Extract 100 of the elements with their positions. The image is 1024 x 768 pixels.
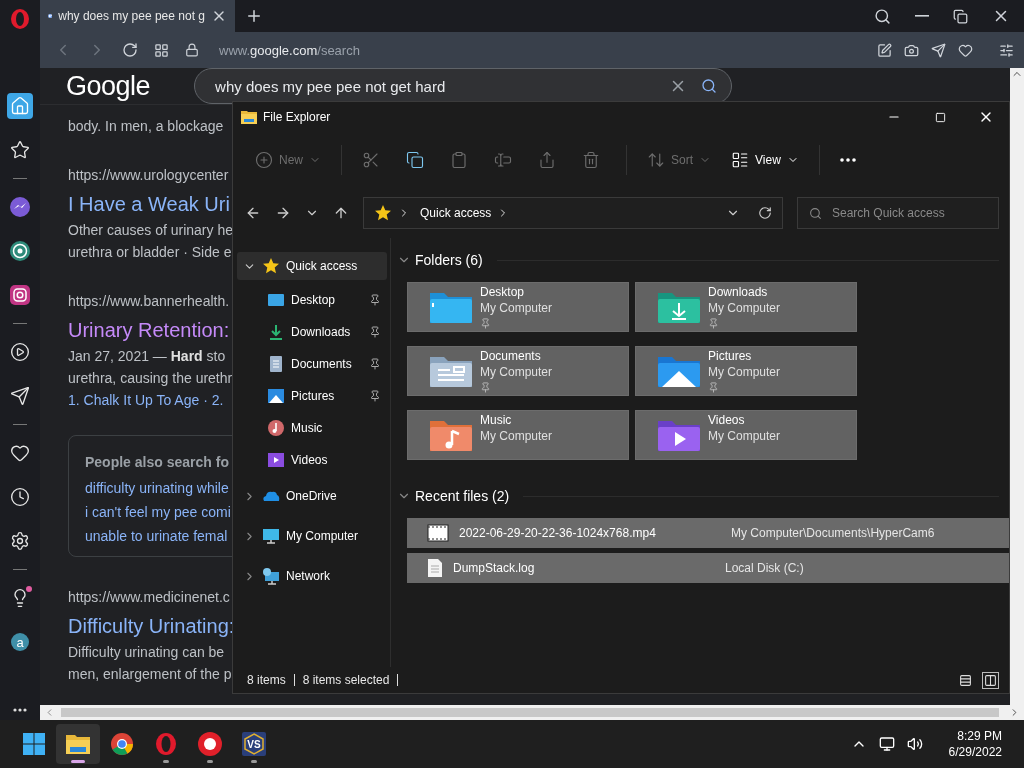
send-button[interactable] — [931, 42, 946, 58]
file-location: Local Disk (C:) — [725, 561, 804, 575]
folder-location: My Computer — [480, 428, 553, 444]
monitor-icon — [262, 527, 280, 545]
plus-icon — [245, 7, 263, 25]
forward-arrow-icon — [275, 205, 291, 221]
file-name: 2022-06-29-20-22-36-1024x768.mp4 — [458, 526, 657, 540]
section-heading[interactable]: Folders (6) — [415, 252, 483, 268]
nav-item[interactable]: Quick access — [237, 252, 387, 280]
folder-tile[interactable]: Music My Computer — [407, 410, 629, 460]
restore-button[interactable] — [953, 8, 968, 24]
sidebar-button[interactable] — [7, 238, 33, 264]
nav-item[interactable]: Videos — [237, 444, 387, 476]
windows-logo-icon — [22, 732, 46, 756]
volume-button[interactable] — [906, 736, 923, 752]
grid-icon — [154, 42, 169, 58]
related-search-link[interactable]: i can't feel my pee comi — [85, 500, 231, 524]
folder-name: Documents — [480, 348, 542, 364]
tab-title: why does my pee pee not g — [58, 9, 205, 23]
settings-button[interactable] — [999, 42, 1014, 58]
tiles-view-button[interactable] — [982, 671, 999, 689]
folder-tile[interactable]: Videos My Computer — [635, 410, 857, 460]
desktop-icon — [267, 291, 285, 309]
send-icon — [10, 386, 30, 406]
text-file-icon — [427, 558, 443, 578]
restore-icon — [953, 8, 968, 24]
back-button[interactable] — [245, 205, 261, 221]
star-icon — [262, 257, 280, 275]
app-logo-icon: VS — [241, 731, 267, 757]
edit-button[interactable] — [877, 42, 892, 58]
network-icon — [262, 567, 280, 585]
result-url: https://www.urologycenter — [68, 166, 229, 185]
back-arrow-icon — [245, 205, 261, 221]
taskbar-app[interactable]: VS — [232, 724, 276, 764]
nav-item[interactable]: My Computer — [237, 516, 387, 556]
chat-bubble-icon — [9, 196, 31, 218]
vertical-scrollbar[interactable] — [1010, 68, 1024, 705]
folder-tile[interactable]: Desktop My Computer — [407, 282, 629, 332]
browser-tab[interactable]: why does my pee pee not g — [40, 0, 235, 32]
related-search-link[interactable]: difficulty urinating while — [85, 476, 229, 500]
result-title-link[interactable]: Urinary Retention: — [68, 315, 230, 345]
opera-icon — [154, 732, 178, 756]
result-url: https://www.medicinenet.c — [68, 588, 230, 607]
google-logo: Google — [66, 70, 151, 102]
section-heading[interactable]: Recent files (2) — [415, 488, 510, 504]
tabs-grid-button[interactable] — [154, 42, 169, 58]
clock[interactable]: 8:29 PM 6/29/2022 — [948, 728, 1002, 760]
breadcrumb[interactable]: Quick access — [420, 206, 492, 220]
nav-item[interactable]: Desktop — [237, 284, 387, 316]
taskbar-app[interactable] — [56, 724, 100, 764]
result-title-link[interactable]: I Have a Weak Uri — [68, 189, 230, 219]
result-snippet: body. In men, a blockage — [68, 117, 224, 136]
sidebar-button[interactable] — [7, 282, 33, 308]
plus-icon — [255, 151, 273, 169]
phone-bubble-icon — [9, 240, 31, 262]
nav-item[interactable]: Music — [237, 412, 387, 444]
nav-item[interactable]: Documents — [237, 348, 387, 380]
file-row[interactable]: 2022-06-29-20-22-36-1024x768.mp4 My Computer\Documents\HyperCam6 — [407, 518, 1009, 548]
nav-item[interactable]: Pictures — [237, 380, 387, 412]
search-field[interactable]: why does my pee pee not get hard — [194, 68, 733, 104]
folder-location: My Computer — [480, 364, 553, 380]
folder-tile[interactable]: Documents My Computer — [407, 346, 629, 396]
forward-button[interactable] — [275, 205, 291, 221]
folder-name: Desktop — [480, 284, 526, 300]
address-bar[interactable]: Quick access — [363, 197, 783, 229]
nav-item[interactable]: Downloads — [237, 316, 387, 348]
folder-name: Pictures — [708, 348, 753, 364]
record-icon — [197, 731, 223, 757]
folder-location: My Computer — [480, 300, 553, 316]
up-button[interactable] — [333, 205, 349, 221]
sort-icon — [647, 151, 665, 169]
nav-item[interactable]: Network — [237, 556, 387, 596]
scrollbar-thumb[interactable] — [61, 708, 999, 717]
address-field[interactable]: www.google.com/search — [219, 42, 360, 58]
send-icon — [931, 42, 946, 58]
nav-item[interactable]: OneDrive — [237, 476, 387, 516]
toolbar-button[interactable]: View — [723, 143, 807, 177]
more-button[interactable] — [13, 708, 27, 712]
star-icon — [374, 204, 392, 222]
camera-button[interactable] — [904, 42, 919, 58]
folder-tile[interactable]: Pictures My Computer — [635, 346, 857, 396]
video-file-icon — [427, 524, 449, 542]
play-icon — [10, 342, 30, 362]
search-button[interactable] — [874, 7, 891, 25]
folder-tile[interactable]: Downloads My Computer — [635, 282, 857, 332]
folder-location: My Computer — [708, 428, 781, 444]
window-title: File Explorer — [263, 110, 331, 124]
result-snippet: Jan 27, 2021 — Hard sto — [68, 347, 226, 366]
chrome-icon — [110, 732, 134, 756]
related-search-link[interactable]: unable to urinate femal — [85, 524, 228, 548]
heart-icon — [10, 443, 30, 463]
file-row[interactable]: DumpStack.log Local Disk (C:) — [407, 553, 1009, 583]
result-sitelinks[interactable]: 1. Chalk It Up To Age · 2. — [68, 389, 224, 411]
maximize-icon — [934, 111, 946, 123]
network-button[interactable] — [878, 736, 895, 752]
reload-button[interactable] — [122, 42, 138, 58]
heart-button[interactable] — [958, 42, 973, 58]
search-field[interactable]: Search Quick access — [797, 197, 999, 229]
horizontal-scrollbar[interactable] — [40, 705, 1024, 720]
result-title-link[interactable]: Difficulty Urinating: — [68, 611, 235, 641]
